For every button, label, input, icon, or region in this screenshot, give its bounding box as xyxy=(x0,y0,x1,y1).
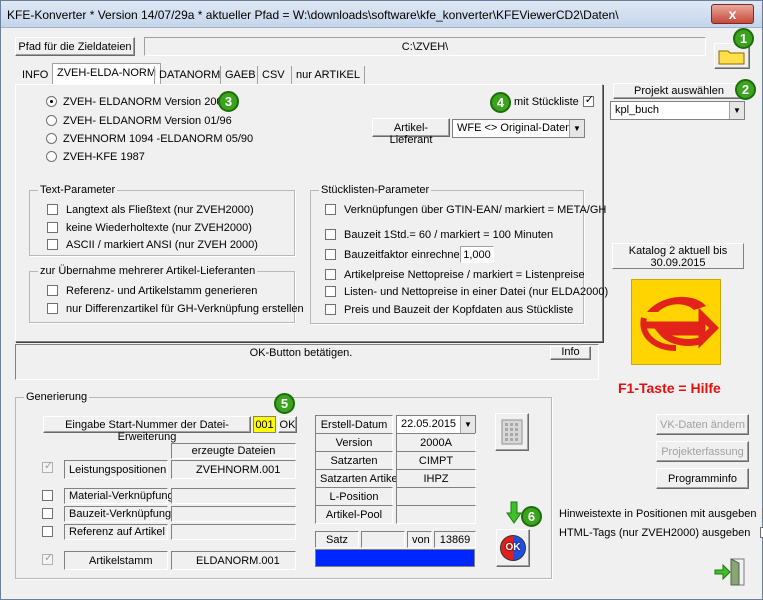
badge-2-icon: 2 xyxy=(735,79,756,100)
lieferanten-group: zur Übernahme mehrerer Artikel-Lieferant… xyxy=(29,265,295,323)
start-nummer-label: Eingabe Start-Nummer der Datei-Erweiteru… xyxy=(43,416,251,443)
badge-6-icon: 6 xyxy=(521,506,542,527)
langtext-checkbox[interactable]: Langtext als Fließtext (nur ZVEH2000) xyxy=(47,203,254,216)
leistungspositionen-checkbox[interactable]: ✓ xyxy=(42,460,61,474)
tab-csv[interactable]: CSV xyxy=(257,66,289,84)
satzarten-artikel-label: Satzarten Artikel xyxy=(315,469,400,488)
elektro-logo xyxy=(631,279,721,365)
projekterfassung-button[interactable]: Projekterfassung xyxy=(656,441,749,462)
bauzeitfaktor-input[interactable]: 1,000 xyxy=(460,246,494,263)
tab-zveh-elda-norm[interactable]: ZVEH-ELDA-NORM xyxy=(52,63,162,85)
start-ok-button[interactable]: OK xyxy=(278,416,297,433)
path-label-button[interactable]: Pfad für die Zieldateien xyxy=(15,37,135,56)
projekt-auswaehlen-button[interactable]: Projekt auswählen xyxy=(613,83,745,99)
help-hint: F1-Taste = Hilfe xyxy=(618,380,721,396)
satzarten-value: CIMPT xyxy=(396,451,476,470)
chevron-down-icon: ▼ xyxy=(460,416,475,433)
info-button[interactable]: Info xyxy=(550,346,591,360)
ok-globe-icon: OK xyxy=(500,535,526,561)
bauzeit-checkbox[interactable]: Bauzeit 1Std.= 60 / markiert = 100 Minut… xyxy=(325,228,553,241)
artikel-pool-label: Artikel-Pool xyxy=(315,505,393,524)
erstell-datum-select[interactable]: 22.05.2015 ▼ xyxy=(396,415,476,434)
projekt-select[interactable]: kpl_buch ▼ xyxy=(610,101,745,120)
hinweistexte-checkbox[interactable]: Hinweistexte in Positionen mit ausgeben✓ xyxy=(559,507,763,520)
satzarten-artikel-value: IHPZ xyxy=(396,469,476,488)
badge-5-icon: 5 xyxy=(274,393,295,414)
tab-datanorm[interactable]: DATANORM xyxy=(154,66,224,84)
leistungspositionen-file: ZVEHNORM.001 xyxy=(171,460,296,479)
e-logo-icon xyxy=(640,296,719,351)
exit-button[interactable] xyxy=(713,557,747,587)
tab-nur-artikel[interactable]: nur ARTIKEL xyxy=(291,66,365,84)
bauzeit-verknuepfung-label: Bauzeit-Verknüpfung xyxy=(64,506,171,522)
html-tags-checkbox[interactable]: HTML-Tags (nur ZVEH2000) ausgeben xyxy=(559,526,763,539)
leistungspositionen-label: Leistungspositionen xyxy=(64,460,168,479)
vk-daten-button[interactable]: VK-Daten ändern xyxy=(656,414,749,435)
radio-version-2000[interactable]: ZVEH- ELDANORM Version 2000 xyxy=(46,95,229,108)
exit-door-icon xyxy=(714,558,745,586)
von-label: von xyxy=(407,531,432,548)
total-value: 13869 xyxy=(434,531,476,548)
programminfo-button[interactable]: Programminfo xyxy=(656,468,749,489)
start-nummer-input[interactable]: 001 xyxy=(253,416,276,433)
chevron-down-icon: ▼ xyxy=(569,120,584,137)
wiederholtexte-checkbox[interactable]: keine Wiederholtexte (nur ZVEH2000) xyxy=(47,221,252,234)
folder-icon xyxy=(718,50,745,65)
tab-gaeb[interactable]: GAEB xyxy=(220,66,260,84)
artikel-lieferant-label: Artikel-Lieferant xyxy=(372,118,450,146)
status-message: OK-Button betätigen. xyxy=(249,347,353,359)
ascii-checkbox[interactable]: ASCII / markiert ANSI (nur ZVEH 2000) xyxy=(47,238,258,251)
badge-3-icon: 3 xyxy=(218,91,239,112)
differenzartikel-checkbox[interactable]: nur Differenzartikel für GH-Verknüpfung … xyxy=(47,302,304,315)
version-value: 2000A xyxy=(396,433,476,452)
referenz-artikel-label: Referenz auf Artikel xyxy=(64,524,168,540)
material-verknuepfung-label: Material-Verknüpfung xyxy=(64,488,174,504)
window-title: KFE-Konverter * Version 14/07/29a * aktu… xyxy=(7,8,619,22)
version-label: Version xyxy=(315,433,393,452)
referenz-checkbox[interactable]: Referenz- und Artikelstamm generieren xyxy=(47,284,257,297)
radio-version-1987[interactable]: ZVEH-KFE 1987 xyxy=(46,150,145,163)
title-bar: KFE-Konverter * Version 14/07/29a * aktu… xyxy=(1,1,762,28)
satz-label: Satz xyxy=(315,531,359,548)
referenz-artikel-file xyxy=(171,524,296,540)
artikel-pool-value xyxy=(396,505,476,524)
tab-info[interactable]: INFO xyxy=(18,66,52,84)
stueckliste-checkbox[interactable]: mit Stückliste ✓ xyxy=(514,94,602,108)
bauzeitfaktor-checkbox[interactable]: Bauzeitfaktor einrechnen xyxy=(325,248,466,261)
badge-4-icon: 4 xyxy=(490,92,511,113)
erstell-datum-label: Erstell-Datum xyxy=(315,415,393,434)
chevron-down-icon: ▼ xyxy=(729,102,744,119)
satzarten-label: Satzarten xyxy=(315,451,393,470)
ok-start-button[interactable]: OK xyxy=(496,529,530,567)
main-window: KFE-Konverter * Version 14/07/29a * aktu… xyxy=(0,0,763,600)
katalog-info: Katalog 2 aktuell bis 30.09.2015 xyxy=(612,243,744,269)
artikelstamm-checkbox[interactable]: ✓ xyxy=(42,552,61,566)
grid-icon xyxy=(501,419,523,445)
radio-version-1094[interactable]: ZVEHNORM 1094 -ELDANORM 05/90 xyxy=(46,132,253,145)
close-button[interactable]: x xyxy=(711,4,754,24)
down-arrow-icon xyxy=(506,501,522,524)
material-verknuepfung-file xyxy=(171,488,296,504)
artikel-lieferant-select[interactable]: WFE <> Original-Daten de ▼ xyxy=(452,119,585,138)
progress-bar xyxy=(315,549,475,567)
erzeugte-dateien-header: erzeugte Dateien xyxy=(171,443,296,459)
satz-value xyxy=(361,531,405,548)
bauzeit-verknuepfung-checkbox[interactable] xyxy=(42,507,61,520)
calculator-button[interactable] xyxy=(495,413,529,451)
l-position-label: L-Position xyxy=(315,487,393,506)
badge-1-icon: 1 xyxy=(733,28,754,49)
material-verknuepfung-checkbox[interactable] xyxy=(42,489,61,502)
bauzeit-verknuepfung-file xyxy=(171,506,296,522)
path-field: C:\ZVEH\ xyxy=(144,37,706,56)
kopfdaten-checkbox[interactable]: Preis und Bauzeit der Kopfdaten aus Stüc… xyxy=(325,303,573,316)
radio-version-0196[interactable]: ZVEH- ELDANORM Version 01/96 xyxy=(46,114,232,127)
artikelstamm-label: Artikelstamm xyxy=(64,551,168,570)
l-position-value xyxy=(396,487,476,506)
artikelstamm-file: ELDANORM.001 xyxy=(171,551,296,570)
referenz-artikel-checkbox[interactable] xyxy=(42,525,61,538)
gtin-checkbox[interactable]: Verknüpfungen über GTIN-EAN/ markiert = … xyxy=(325,203,606,216)
artikelpreise-checkbox[interactable]: Artikelpreise Nettopreise / markiert = L… xyxy=(325,268,585,281)
listenpreise-checkbox[interactable]: Listen- und Nettopreise in einer Datei (… xyxy=(325,285,608,298)
